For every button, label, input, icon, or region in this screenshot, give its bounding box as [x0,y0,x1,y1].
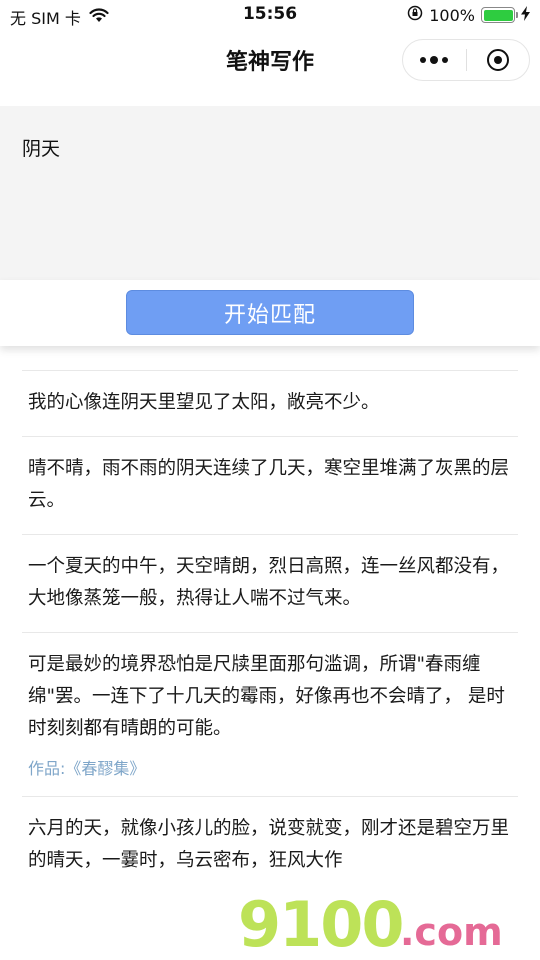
list-item[interactable]: 我的心像连阴天里望见了太阳，敞亮不少。 [22,370,518,436]
nav-bar: 笔神写作 [0,32,540,88]
start-match-button[interactable]: 开始匹配 [126,290,414,335]
result-text: 可是最妙的境界恐怕是尺牍里面那句滥调，所谓"春雨缠绵"罢。一连下了十几天的霉雨，… [28,654,505,739]
list-item[interactable]: 可是最妙的境界恐怕是尺牍里面那句滥调，所谓"春雨缠绵"罢。一连下了十几天的霉雨，… [22,632,518,796]
result-text: 我的心像连阴天里望见了太阳，敞亮不少。 [28,392,380,413]
result-text: 晴不晴，雨不雨的阴天连续了几天，寒空里堆满了灰黑的层云。 [28,458,510,511]
close-target-icon [486,49,509,71]
keyword-input-area[interactable]: 阴天 [0,106,540,280]
battery-tip [516,12,518,18]
result-source[interactable]: 作品:《春醪集》 [28,755,512,779]
watermark-suffix: .com [400,910,503,954]
mini-program-capsule [402,39,530,81]
orientation-lock-icon [407,5,423,25]
more-icon [420,56,449,64]
list-item[interactable]: 六月的天，就像小孩儿的脸，说变就变，刚才还是碧空万里的晴天，一霎时，乌云密布，狂… [22,796,518,894]
list-item[interactable]: 晴不晴，雨不雨的阴天连续了几天，寒空里堆满了灰黑的层云。 [22,436,518,534]
status-right: 100% [407,5,530,25]
results-list: 我的心像连阴天里望见了太阳，敞亮不少。 晴不晴，雨不雨的阴天连续了几天，寒空里堆… [22,370,518,894]
close-button[interactable] [467,40,530,80]
battery-percent: 100% [429,5,475,25]
watermark-logo: 9100 .com [232,888,540,960]
battery-icon [481,7,518,23]
keyword-input-value[interactable]: 阴天 [22,134,60,161]
battery-fill [483,9,513,21]
charging-icon [521,5,530,25]
result-text: 一个夏天的中午，天空晴朗，烈日高照，连一丝风都没有，大地像蒸笼一般，热得让人喘不… [28,556,510,609]
status-bar: 无 SIM 卡 15:56 100% [0,0,540,32]
list-item[interactable]: 一个夏天的中午，天空晴朗，烈日高照，连一丝风都没有，大地像蒸笼一般，热得让人喘不… [22,534,518,632]
watermark-number: 9100 [238,888,405,960]
more-button[interactable] [403,40,466,80]
action-area: 开始匹配 [0,280,540,346]
result-text: 六月的天，就像小孩儿的脸，说变就变，刚才还是碧空万里的晴天，一霎时，乌云密布，狂… [28,818,510,871]
